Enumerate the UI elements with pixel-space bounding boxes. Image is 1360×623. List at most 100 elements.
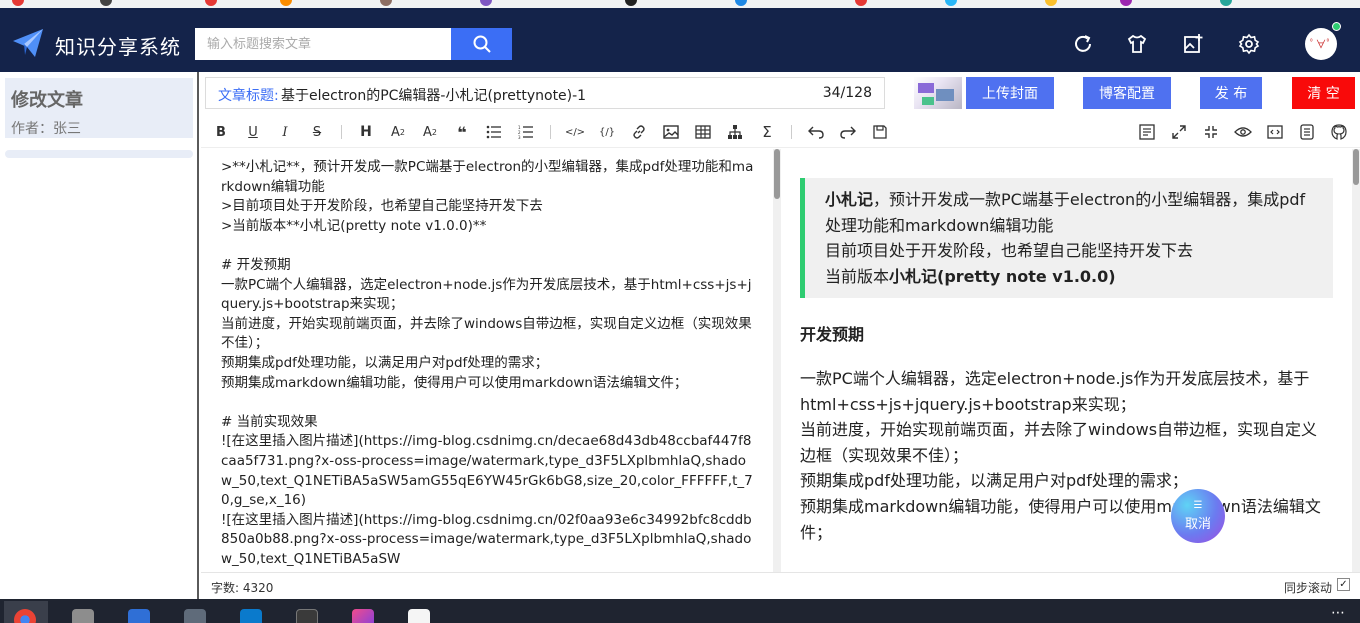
add-image-button[interactable] <box>1181 32 1205 56</box>
search-input[interactable] <box>195 28 451 60</box>
link-icon <box>633 125 645 139</box>
fullscreen-button[interactable] <box>1169 122 1189 142</box>
avatar-text: ﾟ∀ﾟ <box>1310 38 1332 51</box>
toc-icon <box>1139 124 1155 140</box>
bookmark-item[interactable] <box>1120 0 1136 7</box>
heading-button[interactable]: H <box>356 122 376 142</box>
bookmark-item[interactable] <box>12 0 28 7</box>
eye-icon <box>1234 127 1252 137</box>
preview-scroll-thumb[interactable] <box>1353 149 1359 185</box>
article-info-card: 修改文章 作者：张三 <box>5 78 193 138</box>
blog-config-button[interactable]: 博客配置 <box>1083 77 1171 109</box>
document-app-icon <box>128 609 150 623</box>
ordered-list-button[interactable]: 123 <box>516 122 536 142</box>
taskbar-ide[interactable] <box>342 601 386 623</box>
bookmark-item[interactable] <box>480 0 496 7</box>
code-block-button[interactable]: {/} <box>597 122 617 142</box>
subscript-button[interactable]: A2 <box>388 122 408 142</box>
catalog-button[interactable] <box>1137 122 1157 142</box>
shirt-icon <box>1127 34 1147 53</box>
formula-button[interactable]: Σ <box>757 122 777 142</box>
strikethrough-button[interactable]: S <box>307 122 327 142</box>
article-title-field[interactable]: 文章标题: 基于electron的PC编辑器-小札记(prettynote)-1… <box>205 77 885 109</box>
bookmark-item[interactable] <box>380 0 396 7</box>
editor-scroll-thumb[interactable] <box>774 149 780 199</box>
html-preview-button[interactable] <box>1265 122 1285 142</box>
bookmark-item[interactable] <box>1220 0 1236 7</box>
cancel-label: 取消 <box>1184 516 1211 532</box>
clear-button[interactable]: 清 空 <box>1292 77 1355 109</box>
image-button[interactable] <box>661 122 681 142</box>
sync-scroll-checkbox[interactable]: ✓ <box>1337 578 1350 591</box>
undo-button[interactable] <box>806 122 826 142</box>
github-icon <box>1331 124 1347 140</box>
redo-button[interactable] <box>838 122 858 142</box>
app-title: 知识分享系统 <box>55 35 181 59</box>
bullet-list-icon <box>486 125 501 139</box>
bookmark-item[interactable] <box>945 0 961 7</box>
quote-line-2: 目前项目处于开发阶段，也希望自己能坚持开发下去 <box>825 241 1194 260</box>
markdown-preview: 小札记，预计开发成一款PC端基于electron的小型编辑器，集成pdf处理功能… <box>781 149 1352 572</box>
preview-line: 预期集成markdown编辑功能，使得用户可以使用markdown语法编辑文件； <box>800 496 1321 542</box>
taskbar-chrome[interactable] <box>4 601 48 623</box>
taskbar-files[interactable] <box>62 601 106 623</box>
upload-cover-button[interactable]: 上传封面 <box>966 77 1054 109</box>
taskbar-vscode[interactable] <box>230 601 274 623</box>
expand-icon <box>1172 125 1186 139</box>
cancel-fab-button[interactable]: ☰ 取消 <box>1171 489 1225 543</box>
quote-button[interactable]: ❝ <box>452 122 472 142</box>
paper-plane-logo-icon <box>13 29 43 57</box>
underline-button[interactable]: U <box>243 122 263 142</box>
bookmark-item[interactable] <box>280 0 296 7</box>
table-button[interactable] <box>693 122 713 142</box>
folder-icon <box>72 609 94 623</box>
quote-line-3-prefix: 当前版本 <box>825 266 890 286</box>
page-fullscreen-button[interactable] <box>1201 122 1221 142</box>
document-button[interactable] <box>1297 122 1317 142</box>
markdown-editor[interactable]: >**小札记**，预计开发成一款PC端基于electron的小型编辑器，集成pd… <box>201 149 780 572</box>
bookmark-item[interactable] <box>1045 0 1061 7</box>
bookmark-item[interactable] <box>100 0 116 7</box>
taskbar-docs[interactable] <box>118 601 162 623</box>
compress-icon <box>1205 126 1217 138</box>
terminal-icon <box>296 609 318 623</box>
editor-content[interactable]: >**小札记**，预计开发成一款PC端基于electron的小型编辑器，集成pd… <box>221 158 756 569</box>
code-window-icon <box>1267 125 1283 139</box>
svg-text:3: 3 <box>518 135 521 139</box>
link-button[interactable] <box>629 122 649 142</box>
refresh-icon <box>1075 35 1091 52</box>
gear-icon <box>1238 33 1260 55</box>
github-button[interactable] <box>1329 122 1349 142</box>
taskbar-terminal[interactable] <box>286 601 330 623</box>
user-avatar[interactable]: ﾟ∀ﾟ <box>1305 28 1337 60</box>
superscript-button[interactable]: A2 <box>420 122 440 142</box>
panel-title: 修改文章 <box>11 90 83 111</box>
bookmark-item[interactable] <box>205 0 221 7</box>
bookmark-item[interactable] <box>855 0 871 7</box>
inline-code-button[interactable]: </> <box>565 122 585 142</box>
superscript-icon: A <box>423 124 432 140</box>
bookmark-item[interactable] <box>625 0 641 7</box>
taskbar-app[interactable] <box>174 601 218 623</box>
editor-scrollbar[interactable] <box>773 149 781 572</box>
bookmark-item[interactable] <box>735 0 751 7</box>
refresh-button[interactable] <box>1071 32 1095 56</box>
preview-scrollbar[interactable] <box>1352 149 1360 572</box>
document-icon <box>1300 124 1314 140</box>
os-taskbar: ⋯ <box>0 599 1360 623</box>
preview-toggle-button[interactable] <box>1233 122 1253 142</box>
bold-button[interactable]: B <box>211 122 231 142</box>
quote-line-1: ，预计开发成一款PC端基于electron的小型编辑器，集成pdf处理功能和ma… <box>825 190 1306 235</box>
diagram-button[interactable] <box>725 122 745 142</box>
cover-thumbnail[interactable] <box>914 77 962 109</box>
settings-button[interactable] <box>1237 32 1261 56</box>
theme-button[interactable] <box>1125 32 1149 56</box>
search-button[interactable] <box>451 28 512 60</box>
title-value[interactable]: 基于electron的PC编辑器-小札记(prettynote)-1 <box>281 85 586 105</box>
taskbar-typora[interactable] <box>398 601 442 623</box>
unordered-list-button[interactable] <box>484 122 504 142</box>
italic-button[interactable]: I <box>275 122 295 142</box>
publish-button[interactable]: 发 布 <box>1200 77 1262 109</box>
save-button[interactable] <box>870 122 890 142</box>
show-apps-icon[interactable]: ⋯ <box>1331 605 1346 621</box>
